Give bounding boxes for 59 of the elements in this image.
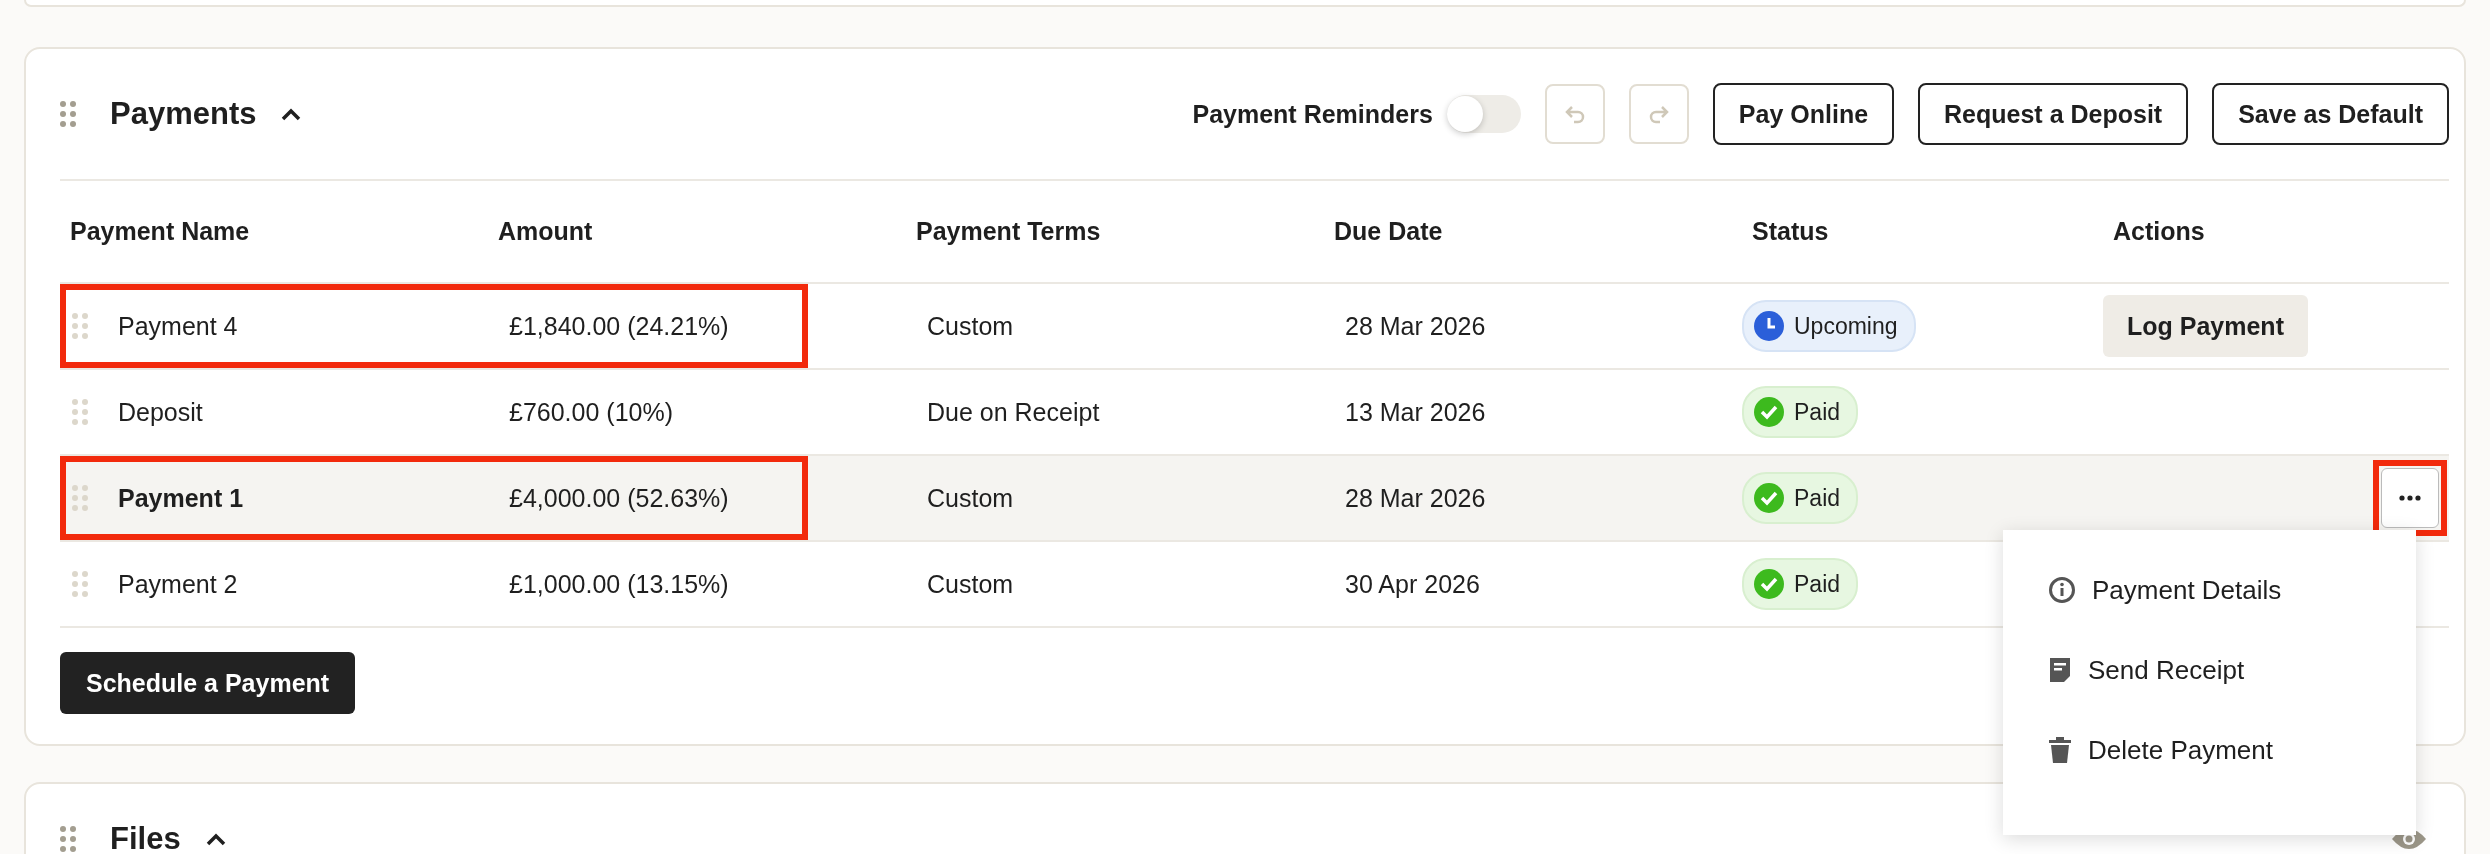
table-cell-text: 13 Mar 2026 xyxy=(1344,397,1487,427)
schedule-payment-button[interactable]: Schedule a Payment xyxy=(60,652,356,714)
check-circle-icon xyxy=(1754,483,1784,513)
table-cell: Payment 2 xyxy=(118,569,238,599)
column-header: Amount xyxy=(497,217,594,246)
column-header: Payment Name xyxy=(69,217,251,246)
drag-handle-icon[interactable] xyxy=(60,101,76,127)
table-cell-text: Custom xyxy=(926,569,1015,599)
table-row[interactable]: Payment 1 £4,000.00 (52.63%) Custom 28 Mar 2026 Paid xyxy=(60,456,2449,542)
drag-handle-icon[interactable] xyxy=(72,313,88,339)
table-row[interactable]: Payment 4 £1,840.00 (24.21%) Custom 28 Mar 2026 Upcoming Log Payment xyxy=(60,284,2449,370)
ellipsis-icon xyxy=(2399,495,2421,501)
header-button[interactable]: Request a Deposit xyxy=(1918,83,2189,145)
header-button[interactable]: Save as Default xyxy=(2212,83,2449,145)
column-header: Status xyxy=(1751,217,1830,246)
table-cell: Payment 1 xyxy=(118,483,244,513)
menu-item[interactable]: Delete Payment xyxy=(2003,710,2416,790)
table-cell-text: £1,840.00 (24.21%) xyxy=(508,311,730,341)
drag-handle-icon[interactable] xyxy=(72,485,88,511)
table-cell-text: 28 Mar 2026 xyxy=(1344,483,1487,513)
menu-item[interactable]: Payment Details xyxy=(2003,550,2416,630)
drag-handle-icon[interactable] xyxy=(60,826,76,852)
table-cell-text: £760.00 (10%) xyxy=(508,397,674,427)
table-cell-text: 28 Mar 2026 xyxy=(1344,311,1487,341)
undo-icon xyxy=(1563,104,1586,124)
table-cell-text: £1,000.00 (13.15%) xyxy=(508,569,730,599)
menu-item[interactable]: Send Receipt xyxy=(2003,630,2416,710)
status-badge: Paid xyxy=(1742,472,1859,524)
check-circle-icon xyxy=(1754,397,1784,427)
table-cell-text: Custom xyxy=(926,483,1015,513)
receipt-icon xyxy=(2048,656,2072,684)
table-cell-text: Due on Receipt xyxy=(926,397,1101,427)
chevron-up-icon[interactable] xyxy=(280,107,303,121)
drag-handle-icon[interactable] xyxy=(72,571,88,597)
clock-icon xyxy=(1754,311,1784,341)
section-title: Payments xyxy=(110,96,257,132)
status-badge: Upcoming xyxy=(1742,300,1916,352)
status-badge: Paid xyxy=(1742,558,1859,610)
table-cell: Payment 4 xyxy=(118,311,238,341)
status-badge: Paid xyxy=(1742,386,1859,438)
table-cell-text: 30 Apr 2026 xyxy=(1344,569,1481,599)
chevron-up-icon[interactable] xyxy=(204,832,227,846)
redo-icon xyxy=(1647,104,1670,124)
column-header: Actions xyxy=(2112,217,2206,246)
log-payment-button[interactable]: Log Payment xyxy=(2103,295,2308,357)
trash-icon xyxy=(2048,736,2072,764)
table-cell: Deposit xyxy=(118,397,203,427)
column-header: Due Date xyxy=(1333,217,1444,246)
reminders-toggle[interactable] xyxy=(1446,95,1521,133)
check-circle-icon xyxy=(1754,569,1784,599)
header-button[interactable]: Pay Online xyxy=(1712,83,1895,145)
column-header: Payment Terms xyxy=(915,217,1102,246)
table-cell-text: Custom xyxy=(926,311,1015,341)
table-cell-text: £4,000.00 (52.63%) xyxy=(508,483,730,513)
toggle-label: Payment Reminders xyxy=(1192,99,1433,129)
more-button[interactable] xyxy=(2381,468,2439,528)
info-icon xyxy=(2048,576,2076,604)
section-title: Files xyxy=(110,821,181,854)
drag-handle-icon[interactable] xyxy=(72,399,88,425)
